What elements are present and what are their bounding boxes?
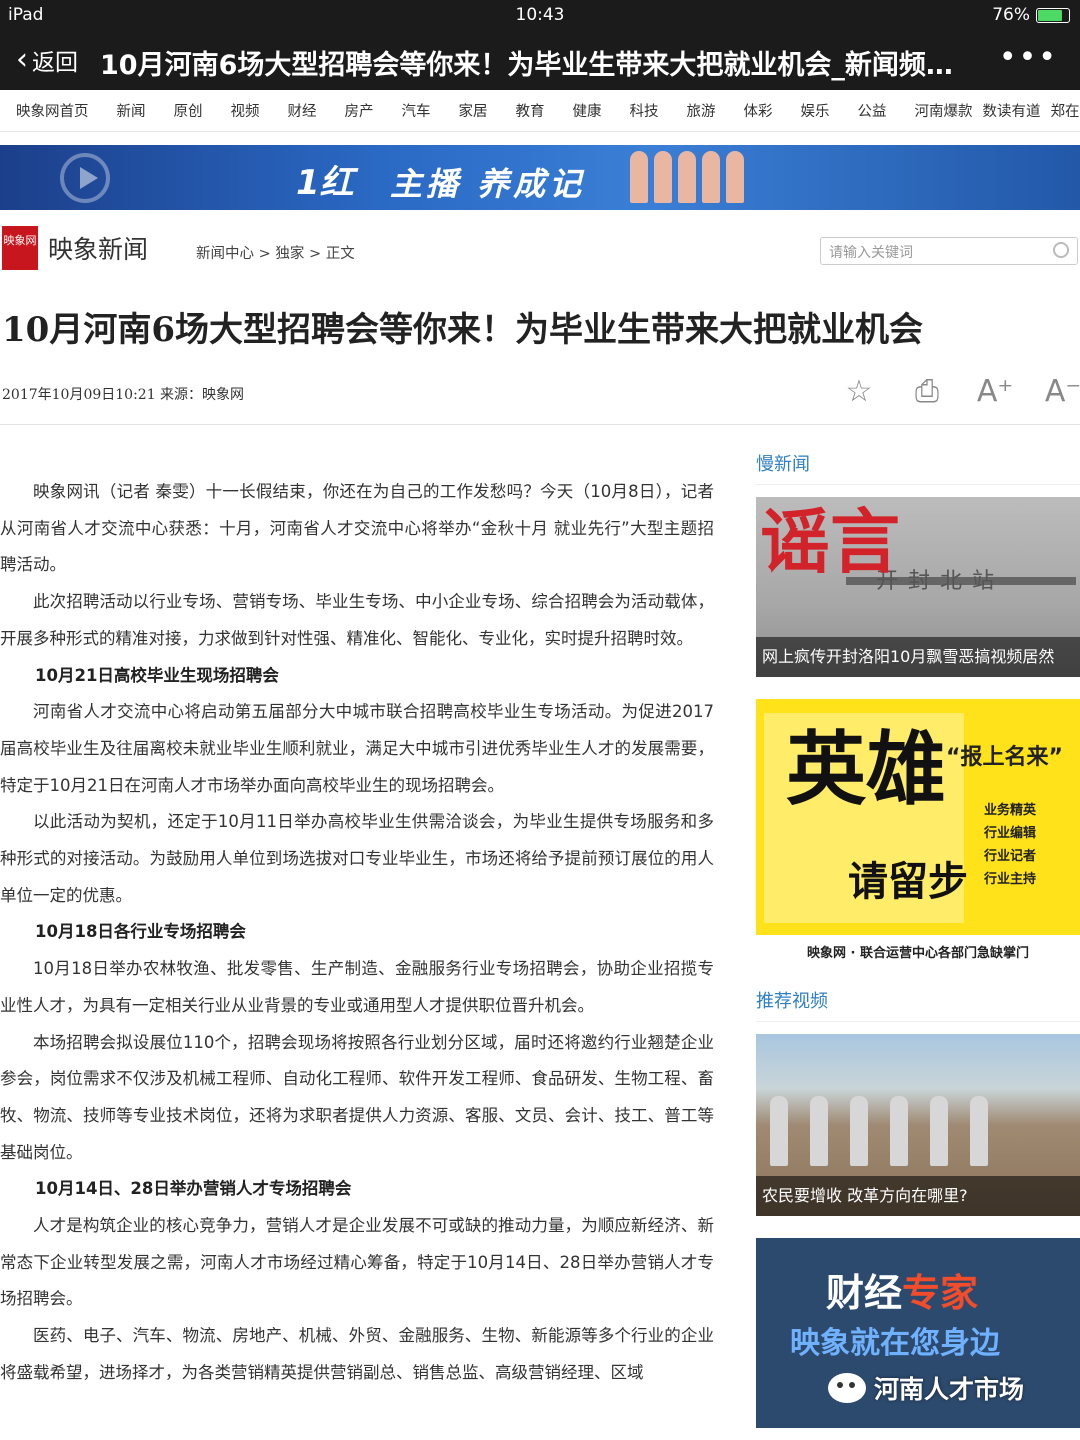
search-placeholder: 请输入关键词 [829, 245, 913, 261]
ad-headline: 财经专家 [826, 1262, 978, 1317]
ad-hero-text: 英雄 [786, 722, 946, 816]
paragraph: 河南省人才交流中心将启动第五届部分大中城市联合招聘高校毕业生专场活动。为促进20… [0, 702, 714, 795]
section-heading: 10月21日高校毕业生现场招聘会 [35, 665, 279, 685]
channel-item[interactable]: 娱乐 [801, 100, 830, 121]
article-meta: 2017年10月09日10:21 来源：映象网 [2, 387, 245, 403]
site-logo[interactable]: 映象网 [2, 226, 38, 270]
channel-item[interactable]: 郑在读书 [1051, 100, 1080, 121]
channel-item[interactable]: 数读有道 [983, 100, 1041, 121]
battery-icon [1036, 7, 1070, 23]
ad-role: 业务精英 [984, 803, 1037, 818]
channel-nav: 映象网首页 新闻 原创 视频 财经 房产 汽车 家居 教育 健康 科技 旅游 体彩 娱乐 公益 河南爆款 数读有… [0, 90, 1080, 132]
article-body: 映象网讯（记者 秦雯）十一长假结束，你还在为自己的工作发愁吗？今天（10月8日）… [0, 474, 714, 1392]
ad-headline-accent: 专家 [902, 1271, 979, 1315]
paragraph: 本场招聘会拟设展位110个，招聘会现场将按照各行业划分区域，届时还将邀约行业翘楚… [0, 1032, 714, 1162]
channel-item[interactable]: 科技 [630, 100, 659, 121]
section-title-recommended-video[interactable]: 推荐视频 [756, 987, 1080, 1022]
channel-item[interactable]: 健康 [573, 100, 602, 121]
channel-item[interactable]: 教育 [516, 100, 545, 121]
favorite-icon[interactable]: ☆ [840, 374, 878, 409]
channel-item[interactable]: 新闻 [117, 100, 146, 121]
ad-role: 行业主持 [984, 872, 1037, 887]
channel-item[interactable]: 汽车 [402, 100, 431, 121]
ad-role: 行业记者 [984, 849, 1037, 864]
page-title: 10月河南6场大型招聘会等你来！为毕业生带来大把就业机会_新闻频… [100, 50, 953, 81]
wechat-icon [828, 1373, 866, 1403]
ad-footer: 映象网 · 联合运营中心各部门急缺掌门 [807, 946, 1029, 961]
battery-indicator: 76% [992, 5, 1070, 25]
thumbnail-caption: 网上疯传开封洛阳10月飘雪恶搞视频居然 [756, 637, 1080, 677]
font-decrease-icon[interactable]: A⁻ [1044, 374, 1080, 409]
more-options-button[interactable]: ••• [999, 40, 1058, 75]
back-label: 返回 [32, 50, 78, 76]
font-increase-icon[interactable]: A⁺ [976, 374, 1014, 409]
news-thumbnail[interactable]: 开封北站 谣言 网上疯传开封洛阳10月飘雪恶搞视频居然 [756, 497, 1080, 677]
channel-item[interactable]: 财经 [288, 100, 317, 121]
banner-people-image [630, 151, 744, 203]
banner-text: 主播 养成记 [390, 165, 586, 203]
ad-title: “报上名来” [946, 745, 1063, 770]
wechat-watermark: 河南人才市场 [828, 1370, 1024, 1406]
divider [0, 424, 1080, 425]
search-input[interactable]: 请输入关键词 [820, 237, 1078, 265]
paragraph: 医药、电子、汽车、物流、房地产、机械、外贸、金融服务、生物、新能源等多个行业的企… [0, 1326, 714, 1382]
thumbnail-caption: 农民要增收 改革方向在哪里? [756, 1176, 1080, 1216]
channel-item[interactable]: 视频 [231, 100, 260, 121]
section-title-slow-news[interactable]: 慢新闻 [756, 450, 1080, 485]
promo-banner[interactable]: 1红 主播 养成记 [0, 145, 1080, 210]
paragraph: 映象网讯（记者 秦雯）十一长假结束，你还在为自己的工作发愁吗？今天（10月8日）… [0, 482, 714, 575]
search-icon[interactable] [1053, 242, 1069, 258]
ad-roles: 业务精英 行业编辑 行业记者 行业主持 [984, 799, 1036, 891]
print-icon[interactable]: ⎙ [908, 374, 946, 409]
watermark-text: 河南人才市场 [874, 1375, 1025, 1404]
paragraph: 以此活动为契机，还定于10月11日举办高校毕业生供需洽谈会，为毕业生提供专场服务… [0, 812, 714, 905]
article-tools: ☆ ⎙ A⁺ A⁻ [840, 374, 1080, 409]
channel-item[interactable]: 原创 [174, 100, 203, 121]
site-name[interactable]: 映象新闻 [48, 230, 148, 266]
banner-logo: 1红 [296, 163, 354, 203]
ad-stay-text: 请留步 [848, 859, 968, 905]
clock: 10:43 [515, 5, 565, 25]
play-icon [60, 153, 110, 203]
recruitment-ad[interactable]: 英雄 “报上名来” 业务精英 行业编辑 行业记者 行业主持 请留步 [756, 699, 1080, 935]
paragraph: 此次招聘活动以行业专场、营销专场、毕业生专场、中小企业专场、综合招聘会为活动载体… [0, 592, 714, 648]
battery-percent: 76% [992, 5, 1030, 25]
rumor-stamp: 谣言 [760, 501, 900, 583]
farmers-image [770, 1096, 988, 1166]
chevron-left-icon: ‹ [16, 42, 28, 77]
back-button[interactable]: ‹ 返回 [16, 43, 78, 77]
battery-fill [1038, 9, 1063, 21]
channel-item[interactable]: 房产 [345, 100, 374, 121]
channel-item[interactable]: 映象网首页 [16, 100, 89, 121]
article-title: 10月河南6场大型招聘会等你来！为毕业生带来大把就业机会 [2, 310, 923, 350]
paragraph: 人才是构筑企业的核心竞争力，营销人才是企业发展不可或缺的推动力量，为顺应新经济、… [0, 1216, 714, 1309]
video-thumbnail[interactable]: 农民要增收 改革方向在哪里? [756, 1034, 1080, 1216]
ad-role: 行业编辑 [984, 826, 1037, 841]
navigation-bar: ‹ 返回 10月河南6场大型招聘会等你来！为毕业生带来大把就业机会_新闻频… •… [0, 30, 1080, 90]
channel-item[interactable]: 公益 [858, 100, 887, 121]
channel-item[interactable]: 体彩 [744, 100, 773, 121]
paragraph: 10月18日举办农林牧渔、批发零售、生产制造、金融服务行业专场招聘会，协助企业招… [0, 959, 714, 1015]
ad-headline-part: 财经 [826, 1271, 903, 1315]
status-bar: iPad 10:43 76% [0, 0, 1080, 30]
channel-item[interactable]: 河南爆款 [915, 100, 973, 121]
channel-item[interactable]: 家居 [459, 100, 488, 121]
sidebar: 慢新闻 开封北站 谣言 网上疯传开封洛阳10月飘雪恶搞视频居然 英雄 “报上名来… [756, 450, 1080, 1428]
channel-item[interactable]: 旅游 [687, 100, 716, 121]
ad-subline: 映象就在您身边 [790, 1326, 1000, 1361]
section-heading: 10月18日各行业专场招聘会 [35, 922, 246, 942]
breadcrumb[interactable]: 新闻中心 > 独家 > 正文 [196, 242, 355, 263]
section-heading: 10月14日、28日举办营销人才专场招聘会 [35, 1179, 352, 1199]
